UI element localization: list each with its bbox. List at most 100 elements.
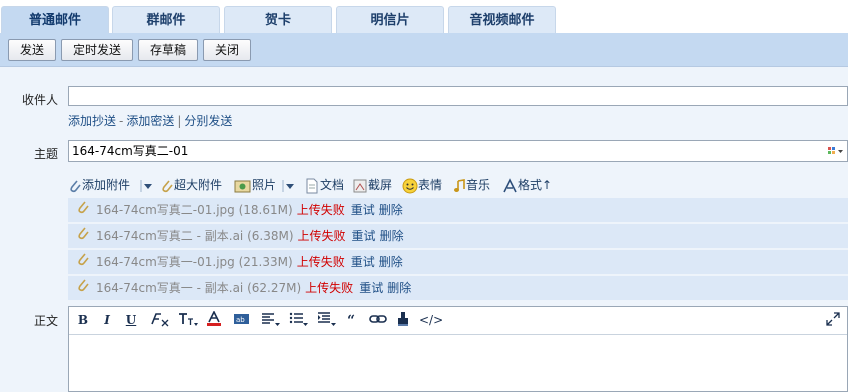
paperclip-icon: [76, 225, 90, 249]
font-size-icon: [179, 313, 198, 326]
fullscreen-button[interactable]: [825, 311, 841, 329]
attachment-size: (21.33M): [238, 255, 293, 269]
document-label: 文档: [320, 178, 345, 192]
retry-link[interactable]: 重试: [352, 229, 376, 243]
tab-normal-mail[interactable]: 普通邮件: [1, 6, 109, 33]
document-button[interactable]: 文档: [304, 176, 344, 194]
paperclip-icon: [76, 199, 90, 223]
upload-failed-status: 上传失败: [297, 229, 346, 243]
close-button[interactable]: 关闭: [203, 39, 251, 61]
music-note-icon: [454, 178, 465, 192]
link-separator: -: [119, 114, 124, 128]
delete-link[interactable]: 删除: [387, 281, 411, 295]
italic-button[interactable]: I: [99, 311, 115, 329]
paperclip-icon: [162, 179, 173, 192]
add-cc-link[interactable]: 添加抄送: [68, 114, 116, 128]
quote-button[interactable]: “: [345, 311, 361, 329]
chevron-down-icon: [282, 179, 294, 192]
list-button[interactable]: [289, 311, 309, 329]
brush-icon: [398, 312, 408, 326]
attachment-size: (62.27M): [247, 281, 302, 295]
attachment-item: 164-74cm写真二 - 副本.ai (6.38M) 上传失败 重试 删除: [68, 224, 848, 250]
bullet-list-icon: [289, 312, 308, 326]
paperclip-icon: [76, 251, 90, 275]
screenshot-button[interactable]: 截屏: [352, 176, 392, 194]
attachment-name: 164-74cm写真一-01.jpg: [96, 255, 235, 269]
delete-link[interactable]: 删除: [379, 203, 403, 217]
bold-button[interactable]: B: [75, 311, 91, 329]
retry-link[interactable]: 重试: [351, 203, 375, 217]
upload-failed-status: 上传失败: [296, 255, 345, 269]
save-draft-button[interactable]: 存草稿: [138, 39, 198, 61]
photo-dropdown[interactable]: [282, 176, 296, 194]
format-button[interactable]: 格式↑: [502, 176, 552, 194]
screenshot-icon: [353, 179, 367, 192]
font-format-icon: [503, 177, 517, 192]
music-label: 音乐: [466, 178, 491, 192]
link-button[interactable]: [369, 311, 387, 329]
recipient-label: 收件人: [22, 93, 59, 107]
indent-icon: [318, 312, 336, 326]
subject-format-icon[interactable]: [827, 144, 845, 158]
indent-button[interactable]: [317, 311, 337, 329]
text-color-button[interactable]: [205, 310, 223, 329]
tab-av-mail[interactable]: 音视频邮件: [448, 6, 556, 33]
delete-link[interactable]: 删除: [380, 229, 404, 243]
tab-group-mail[interactable]: 群邮件: [112, 6, 220, 33]
attachment-item: 164-74cm写真二-01.jpg (18.61M) 上传失败 重试 删除: [68, 198, 848, 224]
attachment-item: 164-74cm写真一-01.jpg (21.33M) 上传失败 重试 删除: [68, 250, 848, 276]
upload-failed-status: 上传失败: [305, 281, 354, 295]
smiley-icon: [402, 178, 418, 193]
paperclip-icon: [76, 277, 90, 301]
attachment-size: (6.38M): [247, 229, 294, 243]
send-button[interactable]: 发送: [8, 39, 56, 61]
body-editor[interactable]: B I U ab “ </>: [68, 306, 848, 392]
music-button[interactable]: 音乐: [452, 176, 490, 194]
clear-format-button[interactable]: [395, 311, 411, 329]
super-attachment-label: 超大附件: [174, 178, 223, 192]
attachment-dropdown[interactable]: [140, 176, 154, 194]
font-family-button[interactable]: [149, 311, 171, 329]
format-label: 格式↑: [518, 178, 553, 192]
quote-icon: “: [347, 313, 355, 329]
photo-label: 照片: [252, 178, 277, 192]
svg-text:“: “: [347, 313, 355, 327]
underline-button[interactable]: U: [123, 311, 139, 329]
link-icon: [369, 315, 387, 323]
recipient-input[interactable]: [68, 86, 848, 106]
recipient-links: 添加抄送 - 添加密送 | 分别发送: [68, 112, 232, 129]
attachment-size: (18.61M): [238, 203, 293, 217]
font-family-icon: [151, 313, 169, 327]
attachment-name: 164-74cm写真二 - 副本.ai: [96, 229, 244, 243]
tab-greeting-card[interactable]: 贺卡: [224, 6, 332, 33]
attachment-name: 164-74cm写真二-01.jpg: [96, 203, 235, 217]
source-code-button[interactable]: </>: [419, 311, 443, 329]
emoticon-button[interactable]: 表情: [402, 176, 442, 194]
retry-link[interactable]: 重试: [359, 281, 383, 295]
upload-failed-status: 上传失败: [296, 203, 345, 217]
add-attachment-label: 添加附件: [82, 178, 131, 192]
scheduled-send-button[interactable]: 定时发送: [61, 39, 133, 61]
font-size-button[interactable]: [177, 311, 199, 329]
attachment-name: 164-74cm写真一 - 副本.ai: [96, 281, 244, 295]
body-text-area[interactable]: [69, 335, 847, 392]
text-color-icon: [207, 310, 221, 326]
subject-input[interactable]: 164-74cm写真二-01: [68, 140, 848, 162]
subject-label: 主题: [34, 147, 59, 161]
add-attachment-button[interactable]: 添加附件: [68, 176, 130, 194]
delete-link[interactable]: 删除: [379, 255, 403, 269]
chevron-down-icon: [140, 179, 152, 192]
body-label: 正文: [34, 314, 59, 328]
screenshot-label: 截屏: [368, 178, 393, 192]
separate-send-link[interactable]: 分别发送: [184, 114, 232, 128]
compose-toolbar: 发送 定时发送 存草稿 关闭: [0, 33, 848, 67]
photo-button[interactable]: 照片: [234, 176, 276, 194]
add-bcc-link[interactable]: 添加密送: [126, 114, 174, 128]
highlight-button[interactable]: ab: [233, 311, 251, 329]
tab-postcard[interactable]: 明信片: [336, 6, 444, 33]
expand-icon: [826, 312, 840, 326]
align-button[interactable]: [261, 311, 281, 329]
photo-icon: [234, 180, 251, 192]
retry-link[interactable]: 重试: [351, 255, 375, 269]
super-attachment-button[interactable]: 超大附件: [160, 176, 222, 194]
